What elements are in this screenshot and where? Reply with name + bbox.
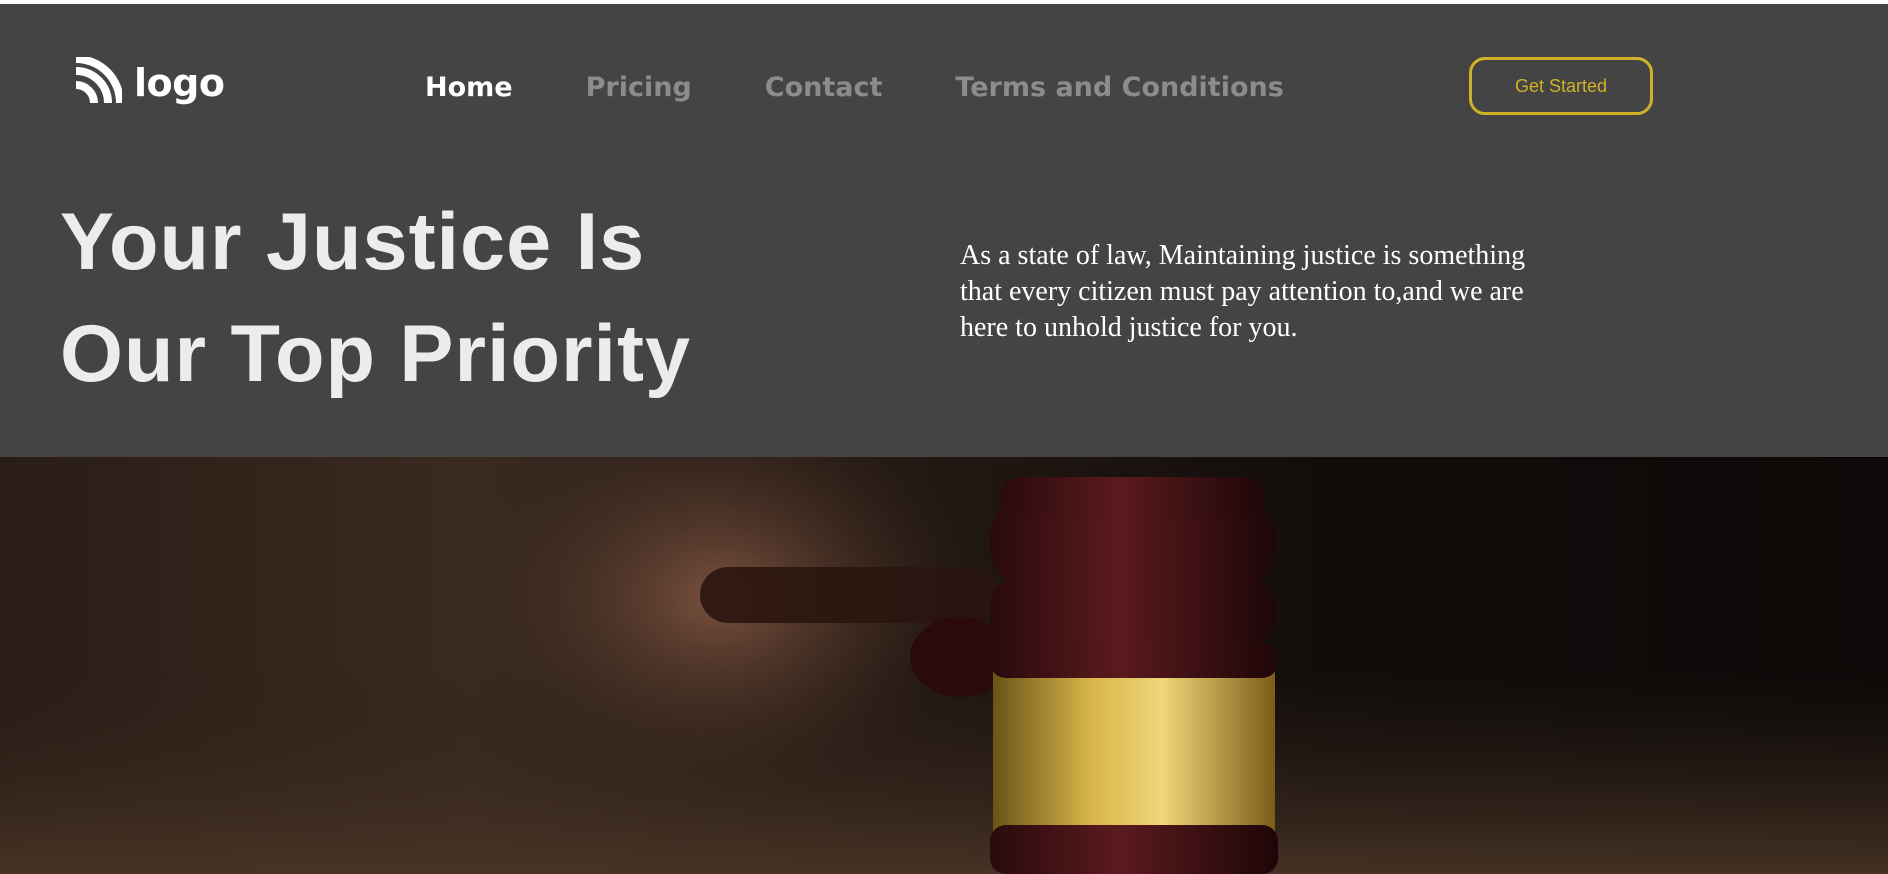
hero-description: As a state of law, Maintaining justice i… <box>960 240 1526 343</box>
hero-title-line-2: Our Top Priority <box>60 309 692 399</box>
hero-title-line-1: Your Justice Is <box>60 197 646 287</box>
nav-home[interactable]: Home <box>425 68 513 108</box>
wifi-logo-icon <box>70 57 122 109</box>
gavel-photo <box>0 457 1888 874</box>
nav-contact[interactable]: Contact <box>765 68 883 108</box>
hero-title: Your Justice Is Our Top Priority <box>60 186 691 410</box>
main-nav: Home Pricing Contact Terms and Condition… <box>425 68 1357 108</box>
site-header: logo Home Pricing Contact Terms and Cond… <box>0 4 1888 457</box>
nav-pricing[interactable]: Pricing <box>586 68 692 108</box>
logo-text: logo <box>134 61 225 105</box>
logo[interactable]: logo <box>70 56 225 110</box>
get-started-button[interactable]: Get Started <box>1469 57 1653 115</box>
nav-terms[interactable]: Terms and Conditions <box>955 68 1283 108</box>
landing-page: logo Home Pricing Contact Terms and Cond… <box>0 0 1888 874</box>
